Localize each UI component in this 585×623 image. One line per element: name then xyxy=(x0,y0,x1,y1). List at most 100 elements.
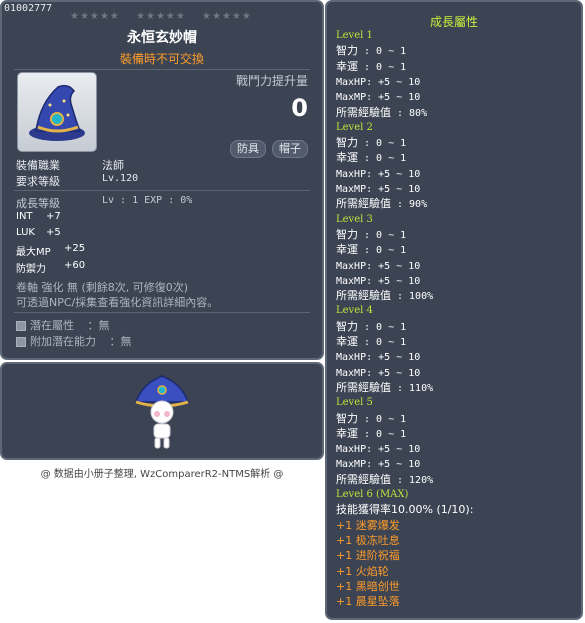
stat-label: INT xyxy=(16,211,33,222)
growth-attr-label: 智力 xyxy=(336,227,358,241)
growth-attr-row: 所需經驗值 : 100% xyxy=(336,288,433,304)
npc-info: 可透過NPC/採集查看強化資訊詳細內容。 xyxy=(16,296,219,309)
growth-attr-value: +5 ~ 10 xyxy=(378,184,421,195)
growth-attr-row: MaxHP: +5 ~ 10 xyxy=(336,258,420,274)
scroll-info: 卷軸 強化 無 (剩餘8次, 可修復0次) xyxy=(16,281,189,294)
growth-max-title: Level 6 (MAX) xyxy=(336,489,409,500)
growth-attr-row: 幸運 : 0 ~ 1 xyxy=(336,334,406,350)
trade-note: 裝備時不可交換 xyxy=(119,52,204,66)
req-level-value: Lv.120 xyxy=(102,173,139,184)
combat-power-value: 0 xyxy=(291,94,308,122)
growth-attr-row: 幸運 : 0 ~ 1 xyxy=(336,426,406,442)
growth-attr-label: MaxHP: xyxy=(336,168,373,180)
growth-level-row: 成長等級 Lv : 1 EXP : 0% xyxy=(16,195,192,211)
bonus-potential-label: 附加潛在能力 xyxy=(30,335,96,348)
character-preview xyxy=(0,362,324,460)
growth-attr-row: 幸運: 0 ~ 1 xyxy=(336,59,406,75)
bonus-potential-value: ：無 xyxy=(109,335,132,348)
growth-level-title: Level 1 xyxy=(336,30,373,41)
growth-attr-value: +5 ~ 10 xyxy=(378,459,421,471)
growth-attr-value: : 90% xyxy=(397,199,428,211)
req-level-label: 要求等級 xyxy=(16,175,60,188)
growth-attr-label: MaxMP: xyxy=(336,367,373,379)
growth-attr-value: : 80% xyxy=(397,107,428,119)
growth-attr-value: : 120% xyxy=(397,474,434,486)
growth-attr-row: MaxMP: +5 ~ 10 xyxy=(336,89,420,105)
stat-label: LUK xyxy=(16,227,35,238)
growth-attr-value: : 0 ~ 1 xyxy=(364,229,407,241)
growth-attr-row: MaxMP: +5 ~ 10 xyxy=(336,273,420,289)
stat-value: +60 xyxy=(64,260,86,271)
growth-attr-value: : 0 ~ 1 xyxy=(364,428,407,440)
growth-attr-label: 幸運 xyxy=(336,151,358,165)
growth-attr-row: 智力: 0 ~ 1 xyxy=(336,411,406,427)
req-level-row: 要求等級 Lv.120 xyxy=(16,173,138,189)
star-force-row: ★★★★★ ★★★★★ ★★★★★ xyxy=(70,11,264,22)
growth-attr-row: 智力 : 0 ~ 1 xyxy=(336,227,406,243)
growth-attr-row: MaxHP: +5 ~ 10 xyxy=(336,166,420,182)
divider xyxy=(14,69,310,70)
growth-attr-label: 所需經驗值 xyxy=(336,380,391,394)
skill-bonus-item: +1 迷雾爆发 xyxy=(336,518,400,532)
skill-bonus-item: +1 火焰轮 xyxy=(336,564,389,578)
growth-attr-label: 所需經驗值 xyxy=(336,197,391,211)
potential-row: 潛在屬性 ：無 xyxy=(16,317,110,333)
growth-attr-label: 幸運 xyxy=(336,243,358,257)
skill-bonus-item: +1 极冻吐息 xyxy=(336,533,400,547)
growth-attr-value: +5 ~ 10 xyxy=(378,76,421,88)
growth-attr-row: 智力: 0 ~ 1 xyxy=(336,135,406,151)
growth-attr-value: : 110% xyxy=(397,382,434,394)
growth-level-title: Level 2 xyxy=(336,121,373,133)
growth-attr-value: : 0 ~ 1 xyxy=(364,321,407,333)
star-group: ★★★★★ xyxy=(136,11,186,22)
growth-attr-label: 幸運 xyxy=(336,59,358,73)
growth-attr-value: +5 ~ 10 xyxy=(378,275,421,287)
growth-attr-row: MaxMP: +5 ~ 10 xyxy=(336,456,420,472)
stat-value: +5 xyxy=(46,227,61,238)
growth-attr-label: 幸運 xyxy=(336,335,358,348)
growth-attr-value: : 0 ~ 1 xyxy=(364,413,407,425)
stat-value: +7 xyxy=(46,211,61,222)
growth-level-title: Level 5 xyxy=(336,397,373,409)
divider xyxy=(14,312,310,313)
growth-attr-row: MaxHP: +5 ~ 10 xyxy=(336,74,420,90)
growth-level-title: Level 3 xyxy=(336,213,373,225)
skill-bonus-item: +1 黑暗创世 xyxy=(336,579,400,593)
growth-attr-value: : 0 ~ 1 xyxy=(364,138,407,150)
growth-attr-row: 智力 : 0 ~ 1 xyxy=(336,319,406,335)
character-avatar-icon xyxy=(134,375,190,449)
growth-attr-value: +5 ~ 10 xyxy=(378,168,421,180)
growth-attr-row: 幸運: 0 ~ 1 xyxy=(336,242,406,258)
stat-row: INT +7 xyxy=(16,211,61,222)
growth-attr-label: 所需經驗值 xyxy=(336,105,391,119)
job-label: 裝備職業 xyxy=(16,159,60,172)
growth-attr-label: MaxMP: xyxy=(336,275,373,287)
stat-label: 最大MP xyxy=(16,247,51,258)
bonus-potential-row: 附加潛在能力 ：無 xyxy=(16,333,132,349)
growth-attr-label: MaxHP: xyxy=(336,444,373,456)
stat-label: 防禦力 xyxy=(16,264,46,275)
growth-level-title: Level 4 xyxy=(336,305,373,317)
growth-level-value: Lv : 1 EXP : 0% xyxy=(102,195,193,206)
growth-attr-value: +5 ~ 10 xyxy=(378,260,421,272)
growth-attr-row: MaxMP: +5 ~ 10 xyxy=(336,365,420,381)
growth-attr-value: : 0 ~ 1 xyxy=(364,337,407,348)
growth-attr-label: MaxHP: xyxy=(336,260,373,272)
tag-hat: 帽子 xyxy=(272,140,308,158)
growth-attr-label: 所需經驗值 xyxy=(336,289,391,303)
growth-attr-row: 幸運 : 0 ~ 1 xyxy=(336,150,406,166)
growth-attr-value: : 100% xyxy=(397,291,434,303)
item-icon-frame xyxy=(17,72,97,152)
growth-attr-row: 所需經驗值: 120% xyxy=(336,472,433,488)
growth-attr-row: 所需經驗值 : 90% xyxy=(336,196,427,212)
growth-attr-label: 幸運 xyxy=(336,426,358,440)
item-name: 永恒玄妙帽 xyxy=(127,30,197,46)
job-row: 裝備職業 法師 xyxy=(16,157,124,173)
growth-attr-label: 智力 xyxy=(336,44,358,58)
growth-attr-label: 智力 xyxy=(336,319,358,333)
potential-icon xyxy=(16,321,26,331)
growth-attr-row: MaxHP: +5 ~ 10 xyxy=(336,349,420,365)
growth-attr-value: : 0 ~ 1 xyxy=(364,46,407,58)
growth-attr-value: : 0 ~ 1 xyxy=(364,153,407,165)
growth-attr-value: +5 ~ 10 xyxy=(378,367,421,379)
